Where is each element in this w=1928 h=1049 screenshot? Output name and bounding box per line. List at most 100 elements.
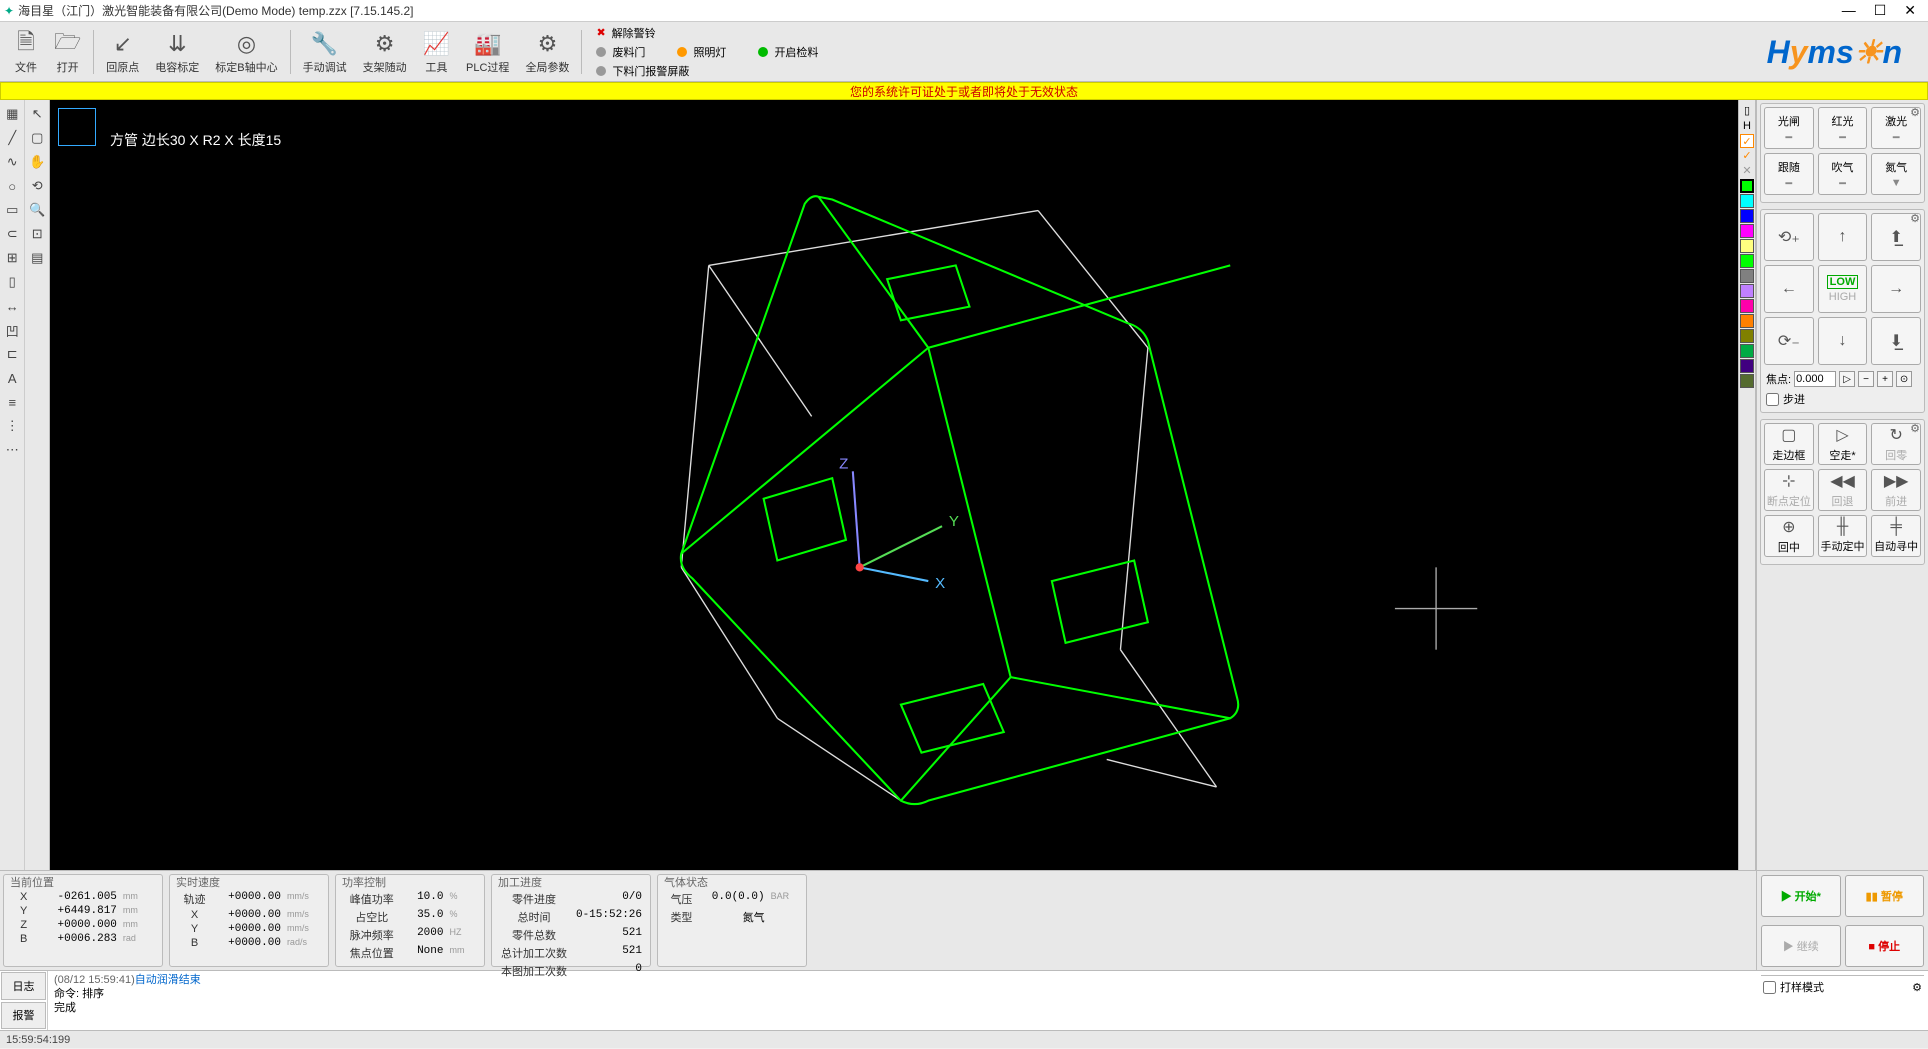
maximize-button[interactable]: ☐ [1874, 2, 1887, 19]
color-swatch[interactable] [1740, 329, 1754, 343]
shutter-button[interactable]: 光闸━ [1764, 107, 1814, 149]
breakpoint-button[interactable]: ⊹断点定位 [1764, 469, 1814, 511]
open-button[interactable]: 🗁打开 [46, 27, 89, 77]
rotate-cw-button[interactable]: ⟳₋ [1764, 317, 1814, 365]
manual-button[interactable]: 🔧手动调试 [295, 27, 355, 77]
pause-button[interactable]: ▮▮ 暂停 [1845, 875, 1925, 917]
b-axis-button[interactable]: ◎标定B轴中心 [207, 27, 285, 77]
focus-input[interactable] [1794, 371, 1836, 387]
color-swatch[interactable] [1740, 314, 1754, 328]
rotate-ccw-button[interactable]: ⟲₊ [1764, 213, 1814, 261]
snap-icon[interactable]: ⋮ [2, 416, 22, 436]
continue-button[interactable]: ▶ 继续 [1761, 925, 1841, 967]
group-gear-icon[interactable]: ⚙ [1910, 422, 1920, 435]
detect-indicator[interactable] [758, 47, 768, 57]
stop-button[interactable]: ■ 停止 [1845, 925, 1925, 967]
plc-button[interactable]: 🏭PLC过程 [458, 27, 517, 77]
text-icon[interactable]: A [2, 368, 22, 388]
layer-height-icon[interactable]: H [1740, 119, 1754, 133]
focus-reset-button[interactable]: ⊙ [1896, 371, 1912, 387]
copy-tool-icon[interactable]: ▯ [2, 272, 22, 292]
color-swatch[interactable] [1740, 209, 1754, 223]
jog-down-button[interactable]: ↓ [1818, 317, 1868, 365]
group-gear-icon[interactable]: ⚙ [1910, 106, 1920, 119]
focus-minus-button[interactable]: − [1858, 371, 1874, 387]
color-swatch[interactable] [1740, 284, 1754, 298]
waste-gate-indicator[interactable] [596, 47, 606, 57]
alarm-tab[interactable]: 报警 [1, 1002, 46, 1030]
zoom-fit-icon[interactable]: ⊡ [27, 224, 47, 244]
select-icon[interactable]: ↖ [27, 104, 47, 124]
dimension-icon[interactable]: ↔ [2, 296, 22, 316]
file-button[interactable]: 🗎文件 [6, 27, 46, 77]
close-button[interactable]: ✕ [1904, 2, 1916, 19]
jog-right-button[interactable]: → [1871, 265, 1921, 313]
marquee-icon[interactable]: ▢ [27, 128, 47, 148]
global-button[interactable]: ⚙全局参数 [517, 27, 577, 77]
gas-button[interactable]: 氮气▼ [1871, 153, 1921, 195]
color-swatch[interactable] [1740, 194, 1754, 208]
auto-center-button[interactable]: ╪自动寻中 [1871, 515, 1921, 557]
focus-go-button[interactable]: ▷ [1839, 371, 1855, 387]
step-checkbox[interactable] [1766, 393, 1779, 406]
home-button[interactable]: ↙回原点 [98, 27, 147, 77]
focus-plus-button[interactable]: + [1877, 371, 1893, 387]
redlight-button[interactable]: 红光━ [1818, 107, 1868, 149]
back-icon: ◀◀ [1830, 471, 1855, 491]
color-swatch[interactable] [1740, 344, 1754, 358]
back-button[interactable]: ◀◀回退 [1818, 469, 1868, 511]
manual-center-icon: ╫ [1837, 518, 1848, 536]
edge-tool-icon[interactable]: ⊏ [2, 344, 22, 364]
layer-x-icon[interactable]: ✕ [1740, 164, 1754, 178]
support-button[interactable]: ⚙支架随动 [355, 27, 415, 77]
z-down-button[interactable]: ⬇̲ [1871, 317, 1921, 365]
circle-tool-icon[interactable]: ○ [2, 176, 22, 196]
dryrun-button[interactable]: ▷空走* [1818, 423, 1868, 465]
color-swatch[interactable] [1740, 179, 1754, 193]
color-swatch[interactable] [1740, 359, 1754, 373]
bracket-tool-icon[interactable]: 凹 [2, 320, 22, 340]
tools-button[interactable]: 📈工具 [415, 27, 458, 77]
viewport-thumbnail[interactable] [58, 108, 96, 146]
clear-alarm-button[interactable]: ✖解除警铃 [596, 25, 818, 41]
jog-left-button[interactable]: ← [1764, 265, 1814, 313]
zoom-icon[interactable]: 🔍 [27, 200, 47, 220]
color-swatch[interactable] [1740, 299, 1754, 313]
follow-button[interactable]: 跟随━ [1764, 153, 1814, 195]
grid-icon[interactable]: ▦ [2, 104, 22, 124]
pan-icon[interactable]: ✋ [27, 152, 47, 172]
group-gear-icon[interactable]: ⚙ [1910, 212, 1920, 225]
cap-calibrate-button[interactable]: ⇊电容标定 [147, 27, 207, 77]
layer-check2-icon[interactable]: ✓ [1740, 149, 1754, 163]
color-swatch[interactable] [1740, 224, 1754, 238]
manual-center-button[interactable]: ╫手动定中 [1818, 515, 1868, 557]
rotate-icon[interactable]: ⟲ [27, 176, 47, 196]
color-swatch[interactable] [1740, 239, 1754, 253]
minimize-button[interactable]: — [1842, 2, 1856, 19]
light-indicator[interactable] [677, 47, 687, 57]
rect-tool-icon[interactable]: ▭ [2, 200, 22, 220]
log-tab[interactable]: 日志 [1, 972, 46, 1000]
color-swatch[interactable] [1740, 374, 1754, 388]
layer-toggle-icon[interactable]: ▯ [1740, 104, 1754, 118]
color-swatch[interactable] [1740, 269, 1754, 283]
line-tool-icon[interactable]: ╱ [2, 128, 22, 148]
return-center-button[interactable]: ⊕回中 [1764, 515, 1814, 557]
arc-tool-icon[interactable]: ⊂ [2, 224, 22, 244]
color-swatch[interactable] [1740, 254, 1754, 268]
arrow-right-icon: → [1888, 280, 1904, 298]
blow-button[interactable]: 吹气━ [1818, 153, 1868, 195]
start-button[interactable]: ▶ 开始* [1761, 875, 1841, 917]
3d-viewport[interactable]: 方管 边长30 X R2 X 长度15 [50, 100, 1738, 870]
frame-button[interactable]: ▢走边框 [1764, 423, 1814, 465]
layer-check-icon[interactable]: ✓ [1740, 134, 1754, 148]
curve-tool-icon[interactable]: ∿ [2, 152, 22, 172]
text-tool-icon[interactable]: ⊞ [2, 248, 22, 268]
jog-up-button[interactable]: ↑ [1818, 213, 1868, 261]
unload-alarm-button[interactable]: 下料门报警屏蔽 [596, 63, 818, 79]
forward-button[interactable]: ▶▶前进 [1871, 469, 1921, 511]
more-icon[interactable]: ⋯ [2, 440, 22, 460]
speed-toggle-button[interactable]: LOWHIGH [1818, 265, 1868, 313]
align-icon[interactable]: ≡ [2, 392, 22, 412]
layer-icon[interactable]: ▤ [27, 248, 47, 268]
